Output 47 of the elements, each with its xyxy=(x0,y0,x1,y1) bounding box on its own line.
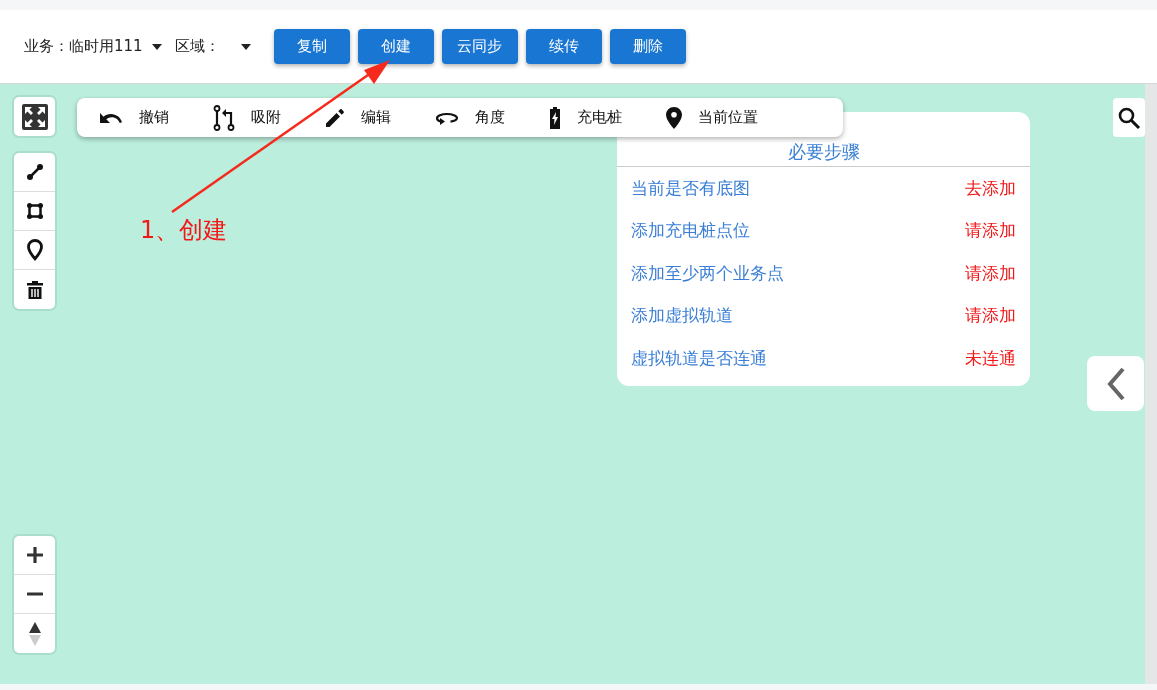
toolbar-button[interactable]: 充电桩 xyxy=(549,106,622,129)
collapse-button[interactable] xyxy=(1087,356,1144,411)
step-label: 虚拟轨道是否连通 xyxy=(631,346,767,370)
pencil-icon xyxy=(325,107,345,128)
search-icon xyxy=(1117,105,1141,130)
step-action-link[interactable]: 未连通 xyxy=(965,346,1016,370)
step-action-link[interactable]: 请添加 xyxy=(965,219,1016,243)
business-select[interactable]: 临时用111 xyxy=(69,37,143,56)
scrollbar[interactable] xyxy=(1145,84,1157,684)
chevron-left-icon xyxy=(1106,366,1125,401)
trash-icon xyxy=(26,280,43,299)
toolbar-button[interactable]: 吸附 xyxy=(213,104,281,131)
toolbar-button[interactable]: 当前位置 xyxy=(666,106,758,129)
line-icon xyxy=(25,163,44,181)
zoom-in-icon xyxy=(26,547,43,563)
step-label: 添加充电桩点位 xyxy=(631,219,750,243)
expand-arrows-icon xyxy=(21,103,48,130)
action-button[interactable]: 创建 xyxy=(357,29,434,64)
loop-arrow-icon xyxy=(435,110,459,125)
battery-icon xyxy=(549,106,561,129)
caret-icon[interactable] xyxy=(239,42,252,51)
polygon-icon xyxy=(25,202,44,220)
compass-icon xyxy=(28,621,41,646)
action-button[interactable]: 云同步 xyxy=(441,29,518,64)
annotation-text: 1、创建 xyxy=(140,215,228,246)
search-button[interactable] xyxy=(1113,98,1145,137)
business-label: 业务： xyxy=(24,37,69,56)
action-button[interactable]: 复制 xyxy=(273,29,350,64)
step-label: 添加虚拟轨道 xyxy=(631,304,733,328)
step-action-link[interactable]: 请添加 xyxy=(965,261,1016,285)
step-label: 当前是否有底图 xyxy=(631,176,750,200)
step-label: 添加至少两个业务点 xyxy=(631,261,784,285)
toolbar-button[interactable]: 角度 xyxy=(435,108,505,127)
location-pin-icon xyxy=(666,106,682,129)
caret-icon[interactable] xyxy=(150,42,163,51)
snap-icon xyxy=(213,104,235,131)
action-button[interactable]: 删除 xyxy=(609,29,686,64)
map-canvas[interactable]: 撤销 吸附 编辑 角度 充电桩 当前位置 必要步骤 当前是否有底图 去添加 添加充电桩点位 请添加 添加至少两个业务点 请添加 添加虚拟轨道 请添加 虚拟轨道是否连通 未连通 1、创建 xyxy=(0,84,1145,684)
toolbar-button[interactable]: 编辑 xyxy=(325,107,391,128)
zoom-out-icon xyxy=(26,592,43,596)
toolbar-button[interactable]: 撤销 xyxy=(99,108,169,127)
marker-icon xyxy=(26,239,43,261)
step-action-link[interactable]: 请添加 xyxy=(965,304,1016,328)
action-button[interactable]: 续传 xyxy=(525,29,602,64)
region-label: 区域： xyxy=(174,37,220,56)
step-action-link[interactable]: 去添加 xyxy=(965,176,1016,200)
panel-title: 必要步骤 xyxy=(787,140,860,164)
